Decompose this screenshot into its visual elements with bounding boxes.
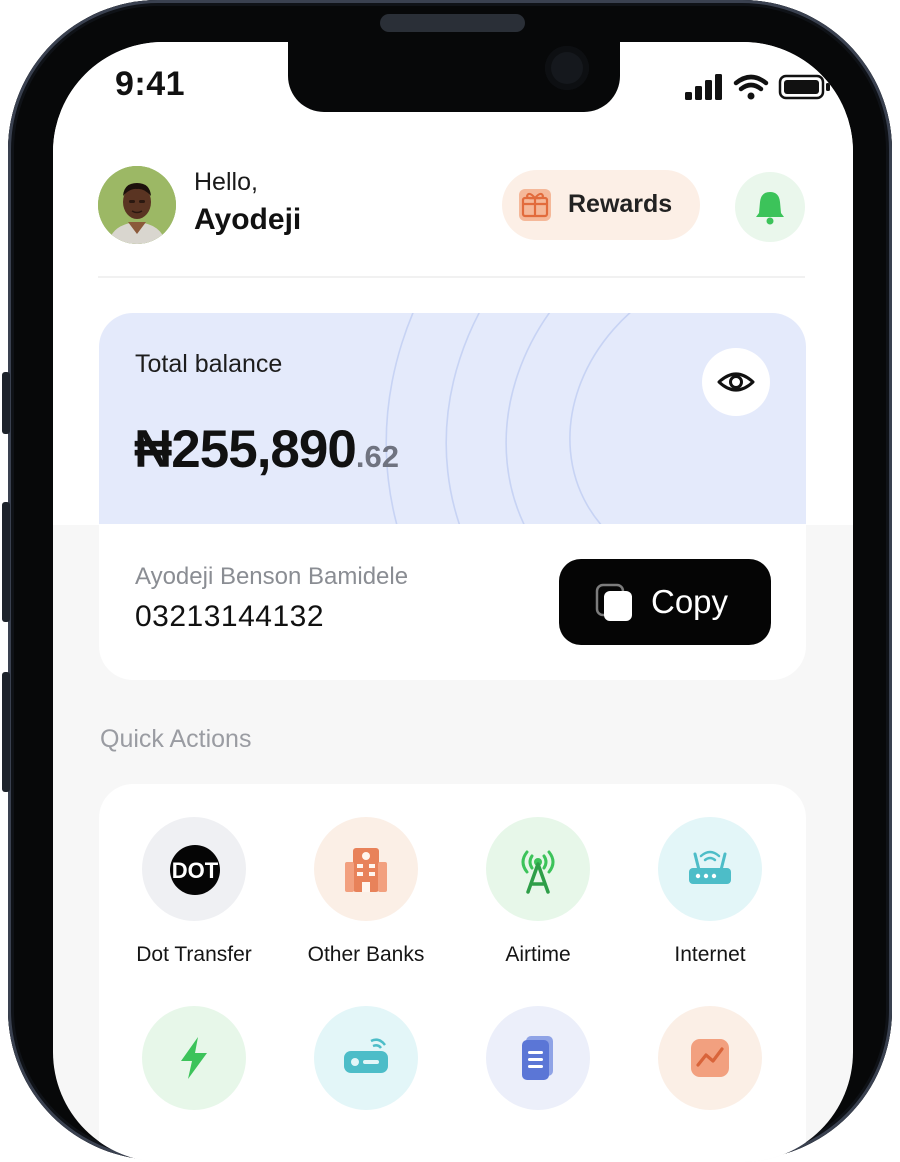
- quick-action-icon-bg: [658, 1006, 762, 1110]
- eye-icon: [717, 372, 755, 392]
- quick-action-icon-bg: DOT: [142, 817, 246, 921]
- quick-action-icon-bg: [314, 1006, 418, 1110]
- user-name: Ayodeji: [194, 203, 302, 236]
- phone-side-button: [2, 672, 10, 792]
- balance-main: ₦255,890: [134, 420, 357, 479]
- router-icon: [689, 850, 731, 884]
- gift-icon: [519, 189, 551, 221]
- quick-action-bills[interactable]: [453, 1006, 623, 1132]
- total-balance-label: Total balance: [135, 350, 283, 378]
- cable-tv-decoder-icon: [344, 1038, 388, 1073]
- copy-account-number-button[interactable]: Copy: [559, 559, 771, 645]
- quick-action-icon-bg: [658, 817, 762, 921]
- balance-amount: ₦255,890.62: [134, 419, 399, 480]
- signal-tower-icon: [521, 850, 555, 894]
- battery-icon: [778, 74, 830, 100]
- account-name: Ayodeji Benson Bamidele: [135, 563, 409, 590]
- cellular-signal-icon: [685, 74, 722, 100]
- bell-icon: [756, 192, 784, 225]
- quick-actions-panel: DOT Dot Transfer Other Banks Airtime Int…: [99, 784, 806, 1162]
- quick-action-other-banks[interactable]: Other Banks: [281, 817, 451, 967]
- quick-action-label: Dot Transfer: [136, 943, 252, 966]
- quick-action-icon-bg: [314, 817, 418, 921]
- notifications-button[interactable]: [735, 172, 805, 242]
- svg-text:DOT: DOT: [172, 858, 219, 883]
- quick-action-dot-transfer[interactable]: DOT Dot Transfer: [109, 817, 279, 967]
- quick-action-icon-bg: [142, 1006, 246, 1110]
- quick-action-icon-bg: [486, 1006, 590, 1110]
- greeting: Hello,: [194, 168, 258, 196]
- balance-card-top: Total balance ₦255,890.62: [99, 313, 806, 524]
- notch: [288, 42, 620, 112]
- quick-action-electricity[interactable]: [109, 1006, 279, 1132]
- copy-label: Copy: [651, 583, 729, 620]
- balance-card: Total balance ₦255,890.62 Ayodeji Benson…: [99, 313, 806, 680]
- toggle-balance-visibility-button[interactable]: [702, 348, 770, 416]
- quick-action-investments[interactable]: [625, 1006, 795, 1132]
- copy-icon: [595, 583, 632, 621]
- quick-action-airtime[interactable]: Airtime: [453, 817, 623, 967]
- quick-action-label: Internet: [674, 943, 746, 966]
- account-number: 03213144132: [135, 600, 325, 633]
- header-divider: [98, 276, 805, 278]
- lightning-icon: [181, 1037, 207, 1079]
- earpiece-speaker: [380, 14, 525, 32]
- status-time: 9:41: [115, 65, 186, 103]
- rewards-button[interactable]: Rewards: [502, 170, 700, 240]
- quick-actions-title: Quick Actions: [100, 725, 252, 753]
- document-icon: [522, 1036, 553, 1080]
- wifi-icon: [733, 74, 769, 100]
- phone-side-button: [2, 502, 10, 622]
- quick-action-cable-tv[interactable]: [281, 1006, 451, 1132]
- status-icons: [685, 72, 835, 107]
- quick-action-icon-bg: [486, 817, 590, 921]
- quick-action-label: Airtime: [505, 943, 571, 966]
- dot-logo-icon: DOT: [170, 845, 220, 895]
- avatar[interactable]: [98, 166, 176, 244]
- quick-action-label: Other Banks: [307, 943, 425, 966]
- rewards-label: Rewards: [568, 190, 673, 218]
- quick-action-internet[interactable]: Internet: [625, 817, 795, 967]
- chart-icon: [691, 1039, 729, 1077]
- phone-side-button: [2, 372, 10, 434]
- bank-building-icon: [345, 848, 387, 892]
- app-screen: 9:41 Hello, Ayodeji Rewards Total balanc…: [53, 42, 853, 1162]
- front-camera: [545, 46, 589, 90]
- balance-decimal: .62: [355, 439, 399, 474]
